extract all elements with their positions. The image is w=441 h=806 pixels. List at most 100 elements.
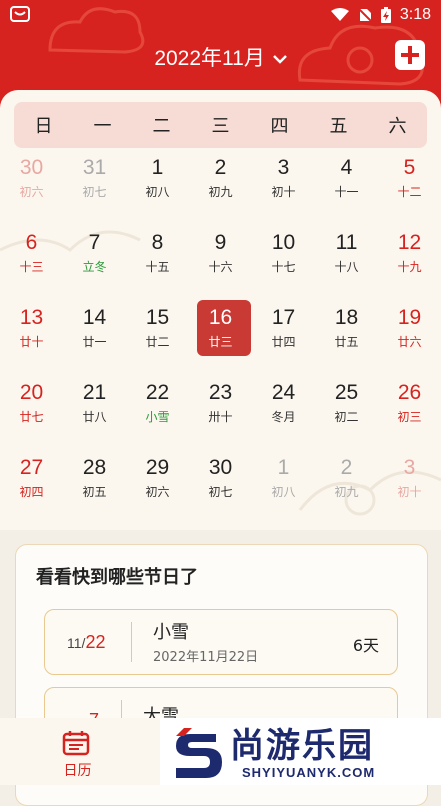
day-cell[interactable]: 1 初八 <box>126 150 189 225</box>
weekday-label: 二 <box>152 116 171 137</box>
month-title: 2022年11月 <box>154 47 265 70</box>
tab-calendar[interactable]: 日历 <box>0 718 160 785</box>
day-cell[interactable]: 22 小雪 <box>126 375 189 450</box>
status-bar: 3:18 <box>0 0 441 32</box>
day-number: 12 <box>397 231 422 254</box>
day-number: 25 <box>334 381 359 404</box>
lunar-date: 小雪 <box>145 410 170 424</box>
day-cell[interactable]: 3 初十 <box>378 450 441 525</box>
lunar-date: 初六 <box>19 185 44 199</box>
day-cell-selected[interactable]: 16 廿三 <box>189 300 252 375</box>
lunar-date: 卅十 <box>208 410 233 424</box>
day-number: 21 <box>82 381 107 404</box>
day-cell[interactable]: 6 十三 <box>0 225 63 300</box>
day-cell[interactable]: 21 廿八 <box>63 375 126 450</box>
lunar-date: 初二 <box>334 410 359 424</box>
lunar-date: 初三 <box>397 410 422 424</box>
lunar-date: 初九 <box>208 185 233 199</box>
day-cell[interactable]: 1 初八 <box>252 450 315 525</box>
watermark-logo-icon <box>176 728 222 778</box>
day-cell[interactable]: 29 初六 <box>126 450 189 525</box>
day-number: 3 <box>403 456 416 479</box>
day-number: 10 <box>271 231 296 254</box>
day-cell[interactable]: 2 初九 <box>315 450 378 525</box>
day-cell[interactable]: 23 卅十 <box>189 375 252 450</box>
day-cell[interactable]: 30 初六 <box>0 150 63 225</box>
watermark-url: SHYIYUANYK.COM <box>242 765 376 780</box>
month-calendar: 日 一 二 三 四 五 六 30 初六 31 初七 1 初八 2 初九 3 初十 4 十一 5 十二 6 十三… <box>0 90 441 530</box>
divider <box>131 622 132 662</box>
day-number: 3 <box>277 156 290 179</box>
day-cell[interactable]: 4 十一 <box>315 150 378 225</box>
weekday-label: 六 <box>388 116 407 137</box>
festival-card[interactable]: 11/22 小雪 2022年11月22日 6天 <box>44 609 398 675</box>
day-number: 18 <box>334 306 359 329</box>
day-number: 28 <box>82 456 107 479</box>
lunar-date: 初七 <box>208 485 233 499</box>
day-cell[interactable]: 7 立冬 <box>63 225 126 300</box>
day-cell[interactable]: 5 十二 <box>378 150 441 225</box>
day-cell[interactable]: 25 初二 <box>315 375 378 450</box>
day-number: 22 <box>145 381 170 404</box>
weekday-label: 一 <box>93 116 112 137</box>
day-number: 13 <box>19 306 44 329</box>
day-cell[interactable]: 26 初三 <box>378 375 441 450</box>
weekday-label: 四 <box>270 116 289 137</box>
day-cell[interactable]: 12 十九 <box>378 225 441 300</box>
clock: 3:18 <box>399 6 431 23</box>
lunar-date: 冬月 <box>271 410 296 424</box>
day-number: 2 <box>214 156 227 179</box>
day-cell[interactable]: 10 十七 <box>252 225 315 300</box>
month-picker[interactable]: 2022年11月 <box>0 42 441 72</box>
day-cell[interactable]: 17 廿四 <box>252 300 315 375</box>
weekday-label: 五 <box>329 116 348 137</box>
day-cell[interactable]: 2 初九 <box>189 150 252 225</box>
day-number: 29 <box>145 456 170 479</box>
lunar-date: 廿五 <box>334 335 359 349</box>
lunar-date: 廿三 <box>208 335 233 349</box>
day-number: 1 <box>151 156 164 179</box>
day-number: 31 <box>82 156 107 179</box>
lunar-date: 廿一 <box>82 335 107 349</box>
lunar-date: 初五 <box>82 485 107 499</box>
day-cell[interactable]: 31 初七 <box>63 150 126 225</box>
day-cell[interactable]: 27 初四 <box>0 450 63 525</box>
day-cell[interactable]: 3 初十 <box>252 150 315 225</box>
day-cell[interactable]: 13 廿十 <box>0 300 63 375</box>
day-cell[interactable]: 9 十六 <box>189 225 252 300</box>
day-number: 6 <box>25 231 38 254</box>
week-row: 20 廿七 21 廿八 22 小雪 23 卅十 24 冬月 25 初二 26 初三 <box>0 375 441 450</box>
day-cell[interactable]: 24 冬月 <box>252 375 315 450</box>
day-number: 4 <box>340 156 353 179</box>
day-cell[interactable]: 14 廿一 <box>63 300 126 375</box>
day-number: 11 <box>335 231 358 254</box>
festival-full-date: 2022年11月22日 <box>153 650 259 665</box>
day-cell[interactable]: 8 十五 <box>126 225 189 300</box>
lunar-date: 廿七 <box>19 410 44 424</box>
day-cell[interactable]: 30 初七 <box>189 450 252 525</box>
tab-calendar-label: 日历 <box>63 763 92 779</box>
day-cell[interactable]: 18 廿五 <box>315 300 378 375</box>
lunar-date: 十三 <box>19 260 44 274</box>
day-cell[interactable]: 19 廿六 <box>378 300 441 375</box>
day-cell[interactable]: 20 廿七 <box>0 375 63 450</box>
lunar-date: 廿六 <box>397 335 422 349</box>
lunar-date: 十二 <box>397 185 422 199</box>
day-number: 17 <box>271 306 296 329</box>
day-number: 14 <box>82 306 107 329</box>
day-number: 2 <box>340 456 353 479</box>
day-cell[interactable]: 15 廿二 <box>126 300 189 375</box>
lunar-date: 初四 <box>19 485 44 499</box>
day-number: 30 <box>208 456 233 479</box>
add-event-button[interactable] <box>395 40 425 70</box>
calendar-header: 2022年11月 <box>0 36 441 80</box>
day-number: 15 <box>145 306 170 329</box>
day-cell[interactable]: 11 十八 <box>315 225 378 300</box>
lunar-date: 初九 <box>334 485 359 499</box>
lunar-date: 十五 <box>145 260 170 274</box>
watermark-text: 尚游乐园 <box>230 726 374 766</box>
day-number: 16 <box>208 306 233 329</box>
lunar-date: 立冬 <box>82 260 107 274</box>
day-cell[interactable]: 28 初五 <box>63 450 126 525</box>
weekday-label: 三 <box>211 116 230 137</box>
